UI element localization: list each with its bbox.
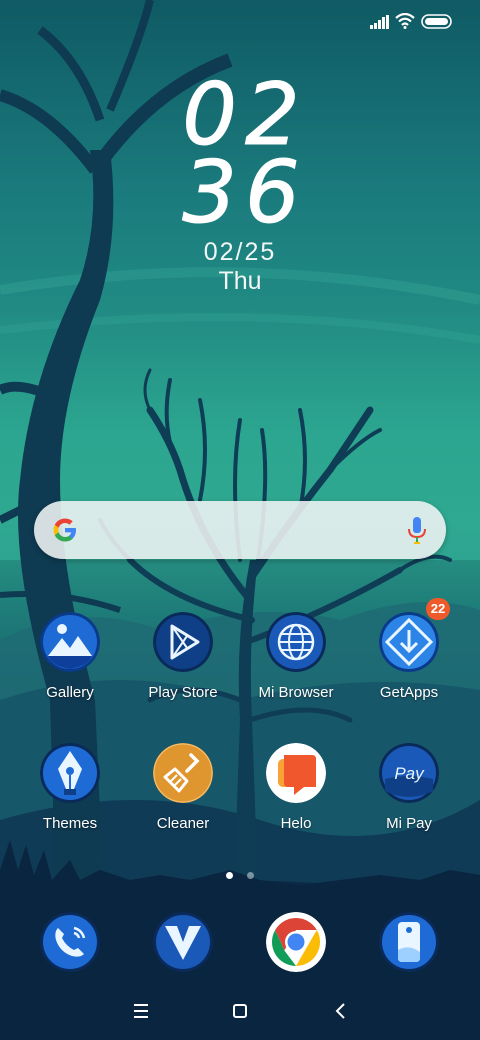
battery-icon	[421, 14, 452, 29]
app-label: Cleaner	[156, 815, 210, 832]
home-screen: 02 36 02/25 Thu Gallery Play Store Mi Br…	[0, 0, 480, 1040]
chrome-icon	[266, 912, 326, 972]
app-label: GetApps	[379, 684, 439, 701]
back-icon[interactable]	[327, 998, 355, 1024]
app-helo[interactable]: Helo	[241, 743, 351, 853]
google-g-icon	[53, 518, 76, 542]
app-messages[interactable]	[128, 912, 238, 972]
microphone-icon[interactable]	[406, 515, 428, 545]
camera-icon	[379, 912, 439, 972]
phone-icon	[40, 912, 100, 972]
svg-text:Pay: Pay	[394, 764, 425, 783]
clock-widget[interactable]: 02 36	[0, 72, 480, 243]
menu-icon[interactable]	[127, 998, 155, 1024]
app-themes[interactable]: Themes	[15, 743, 125, 853]
clock-date: 02/25	[203, 238, 277, 266]
google-search-bar[interactable]	[34, 501, 446, 559]
messages-icon	[153, 912, 213, 972]
page-dot-active[interactable]	[225, 872, 233, 879]
download-icon	[379, 612, 439, 672]
app-gallery[interactable]: Gallery	[15, 612, 125, 722]
wifi-icon	[395, 13, 415, 29]
app-cleaner[interactable]: Cleaner	[128, 743, 238, 853]
chat-bubble-icon	[266, 743, 326, 803]
play-store-icon	[153, 612, 213, 672]
app-mi-pay[interactable]: Pay Mi Pay	[354, 743, 464, 853]
app-label: Mi Browser	[258, 684, 334, 701]
status-bar	[0, 0, 480, 44]
app-camera[interactable]	[354, 912, 464, 972]
pen-nib-icon	[40, 743, 100, 803]
app-label: Mi Pay	[386, 815, 432, 832]
clock-minutes: 36	[182, 143, 308, 243]
signal-icon	[370, 15, 389, 29]
app-getapps[interactable]: 22 GetApps	[354, 598, 464, 722]
clock-day: Thu	[218, 267, 262, 295]
app-mi-browser[interactable]: Mi Browser	[241, 612, 351, 722]
clock-time: 02 36	[150, 72, 340, 243]
navigation-bar	[0, 990, 480, 1032]
page-indicator	[0, 866, 480, 879]
home-icon[interactable]	[226, 998, 254, 1024]
app-label: Helo	[280, 815, 312, 832]
app-label: Play Store	[148, 684, 218, 701]
app-phone[interactable]	[15, 912, 125, 972]
app-label: Themes	[42, 815, 98, 832]
app-label: Gallery	[46, 684, 94, 701]
gallery-icon	[40, 612, 100, 672]
app-chrome[interactable]	[241, 912, 351, 972]
notification-badge: 22	[426, 598, 450, 620]
globe-icon	[266, 612, 326, 672]
app-play-store[interactable]: Play Store	[128, 612, 238, 722]
mi-pay-icon: Pay	[379, 743, 439, 803]
broom-icon	[153, 743, 213, 803]
